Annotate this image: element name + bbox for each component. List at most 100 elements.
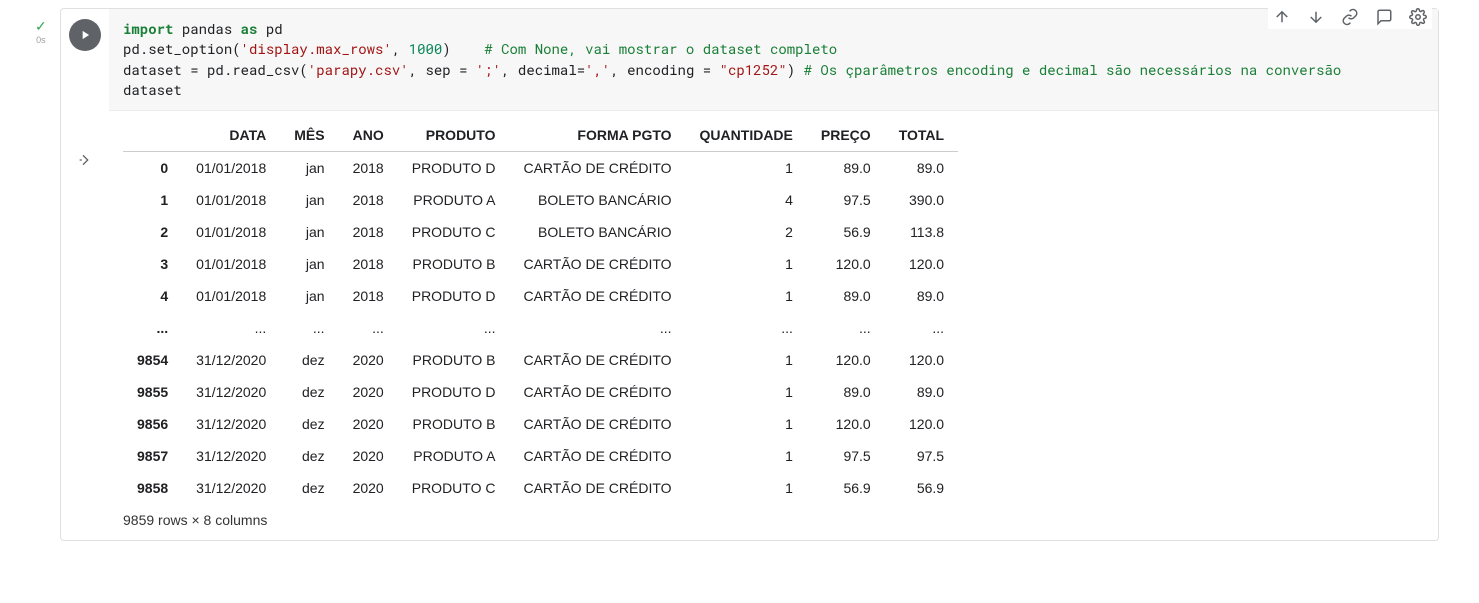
cell-preco: 56.9 <box>807 472 885 504</box>
cell-data: 01/01/2018 <box>182 280 280 312</box>
cell-qtd: 1 <box>686 376 807 408</box>
link-button[interactable] <box>1340 7 1360 27</box>
cell-data: 31/12/2020 <box>182 344 280 376</box>
col-forma: FORMA PGTO <box>509 119 685 152</box>
cell-forma: CARTÃO DE CRÉDITO <box>509 408 685 440</box>
col-data: DATA <box>182 119 280 152</box>
cell-mes: jan <box>280 152 338 185</box>
settings-button[interactable] <box>1408 7 1428 27</box>
cell-qtd: 1 <box>686 280 807 312</box>
cell-preco: 97.5 <box>807 184 885 216</box>
play-icon <box>78 28 92 42</box>
cell-forma: BOLETO BANCÁRIO <box>509 184 685 216</box>
cell-data: 01/01/2018 <box>182 216 280 248</box>
cell-ano: 2018 <box>339 152 398 185</box>
cell-preco: 120.0 <box>807 248 885 280</box>
row-index: 9854 <box>123 344 182 376</box>
row-index: 9857 <box>123 440 182 472</box>
row-index: 1 <box>123 184 182 216</box>
cell-total: 390.0 <box>885 184 958 216</box>
cell-ano: 2020 <box>339 408 398 440</box>
cell-forma: CARTÃO DE CRÉDITO <box>509 376 685 408</box>
cell-ano: 2020 <box>339 440 398 472</box>
col-qtd: QUANTIDADE <box>686 119 807 152</box>
table-row: 101/01/2018jan2018PRODUTO ABOLETO BANCÁR… <box>123 184 958 216</box>
cell-mes: jan <box>280 216 338 248</box>
cell-qtd: 1 <box>686 408 807 440</box>
row-index: 2 <box>123 216 182 248</box>
col-total: TOTAL <box>885 119 958 152</box>
cell-data: 31/12/2020 <box>182 376 280 408</box>
cell-qtd: 4 <box>686 184 807 216</box>
cell-qtd: 1 <box>686 472 807 504</box>
cell-qtd: 2 <box>686 216 807 248</box>
cell-produto: PRODUTO B <box>398 408 510 440</box>
move-up-button[interactable] <box>1272 7 1292 27</box>
row-index: 9856 <box>123 408 182 440</box>
cell-total: 113.8 <box>885 216 958 248</box>
cell-total: 97.5 <box>885 440 958 472</box>
cell-mes: dez <box>280 344 338 376</box>
cell-total: 89.0 <box>885 280 958 312</box>
col-ano: ANO <box>339 119 398 152</box>
cell-total: 120.0 <box>885 248 958 280</box>
table-row: 001/01/2018jan2018PRODUTO DCARTÃO DE CRÉ… <box>123 152 958 185</box>
cell-data: 31/12/2020 <box>182 440 280 472</box>
cell-total: 89.0 <box>885 376 958 408</box>
cell-toolbar <box>1268 5 1432 29</box>
cell-forma: BOLETO BANCÁRIO <box>509 216 685 248</box>
cell-forma: CARTÃO DE CRÉDITO <box>509 248 685 280</box>
cell-mes: dez <box>280 440 338 472</box>
execution-status: ✓ 0s <box>35 19 47 45</box>
cell-qtd: 1 <box>686 440 807 472</box>
row-index: 9855 <box>123 376 182 408</box>
table-row: 985731/12/2020dez2020PRODUTO ACARTÃO DE … <box>123 440 958 472</box>
dataframe-table: DATA MÊS ANO PRODUTO FORMA PGTO QUANTIDA… <box>123 119 958 504</box>
cell-forma: CARTÃO DE CRÉDITO <box>509 472 685 504</box>
row-index: 0 <box>123 152 182 185</box>
row-index: 3 <box>123 248 182 280</box>
cell-forma: CARTÃO DE CRÉDITO <box>509 280 685 312</box>
run-cell-button[interactable] <box>69 19 101 51</box>
cell-produto: PRODUTO B <box>398 248 510 280</box>
move-down-button[interactable] <box>1306 7 1326 27</box>
output-marker-icon[interactable] <box>74 151 96 169</box>
cell-mes: jan <box>280 184 338 216</box>
table-row: 201/01/2018jan2018PRODUTO CBOLETO BANCÁR… <box>123 216 958 248</box>
cell-produto: PRODUTO A <box>398 184 510 216</box>
cell-forma: CARTÃO DE CRÉDITO <box>509 152 685 185</box>
cell-data: 31/12/2020 <box>182 472 280 504</box>
cell-preco: 89.0 <box>807 376 885 408</box>
cell-ano: 2020 <box>339 344 398 376</box>
cell-ano: 2020 <box>339 472 398 504</box>
cell-produto: PRODUTO B <box>398 344 510 376</box>
cell-produto: PRODUTO A <box>398 440 510 472</box>
comment-button[interactable] <box>1374 7 1394 27</box>
cell-ano: 2018 <box>339 280 398 312</box>
cell-data: 31/12/2020 <box>182 408 280 440</box>
dataframe-summary: 9859 rows × 8 columns <box>123 504 1424 534</box>
cell-produto: PRODUTO D <box>398 280 510 312</box>
cell-gutter <box>61 9 109 540</box>
cell-ano: 2018 <box>339 184 398 216</box>
cell-forma: CARTÃO DE CRÉDITO <box>509 344 685 376</box>
cell-preco: 89.0 <box>807 152 885 185</box>
cell-preco: 89.0 <box>807 280 885 312</box>
cell-mes: dez <box>280 472 338 504</box>
cell-mes: dez <box>280 376 338 408</box>
cell-forma: CARTÃO DE CRÉDITO <box>509 440 685 472</box>
cell-mes: jan <box>280 248 338 280</box>
notebook-cell: ✓ 0s import pandas as pd pd.set_option('… <box>60 8 1439 541</box>
status-check-icon: ✓ <box>35 19 47 33</box>
row-index: 9858 <box>123 472 182 504</box>
cell-produto: PRODUTO C <box>398 216 510 248</box>
col-preco: PREÇO <box>807 119 885 152</box>
table-row: 985631/12/2020dez2020PRODUTO BCARTÃO DE … <box>123 408 958 440</box>
row-index: 4 <box>123 280 182 312</box>
ellipsis-row: ........................... <box>123 312 958 344</box>
code-editor[interactable]: import pandas as pd pd.set_option('displ… <box>109 9 1438 111</box>
cell-produto: PRODUTO D <box>398 152 510 185</box>
table-row: 401/01/2018jan2018PRODUTO DCARTÃO DE CRÉ… <box>123 280 958 312</box>
cell-ano: 2018 <box>339 248 398 280</box>
cell-qtd: 1 <box>686 344 807 376</box>
